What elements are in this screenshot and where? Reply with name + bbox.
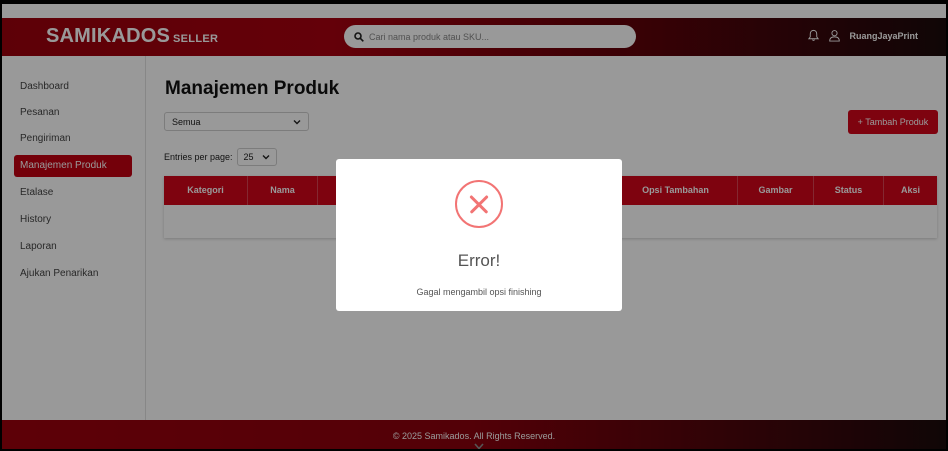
dialog-title: Error! <box>457 251 501 270</box>
dialog-message: Gagal mengambil opsi finishing <box>416 287 542 297</box>
error-x-icon <box>455 180 503 228</box>
app-window: SAMIKADOSSELLER RuangJayaPrint Dashboard… <box>0 0 948 451</box>
chevron-down-icon <box>474 443 484 449</box>
error-dialog: Error! Gagal mengambil opsi finishing <box>336 159 622 311</box>
